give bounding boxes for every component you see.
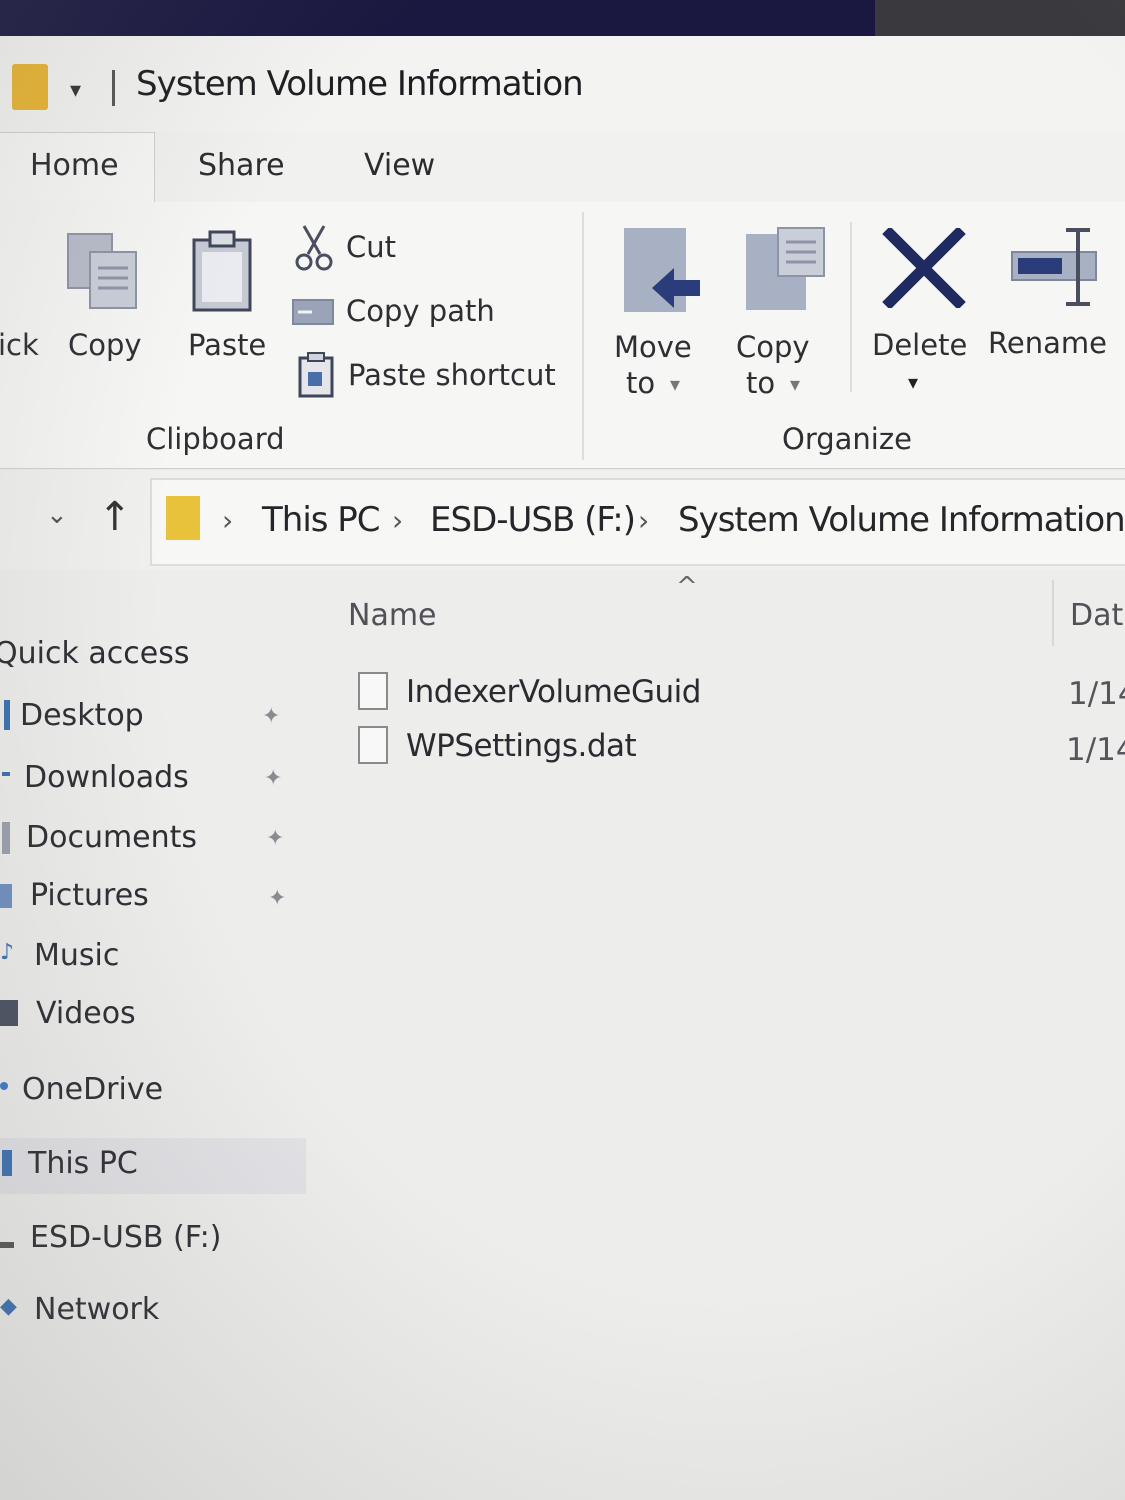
breadcrumb-separator[interactable]: › — [392, 504, 403, 537]
sidebar-item-videos[interactable]: Videos — [36, 996, 136, 1031]
tab-view[interactable]: View — [364, 148, 435, 183]
chevron-down-icon[interactable]: ▾ — [908, 370, 918, 394]
sidebar-item-this-pc[interactable]: This PC — [28, 1146, 138, 1181]
breadcrumb-separator[interactable]: › — [638, 504, 649, 537]
file-name[interactable]: WPSettings.dat — [406, 728, 637, 764]
music-icon: ♪ — [0, 940, 15, 965]
sidebar-item-desktop[interactable]: Desktop — [20, 698, 144, 733]
sidebar-item-onedrive[interactable]: OneDrive — [22, 1072, 163, 1107]
ribbon-separator — [850, 222, 852, 392]
move-to-icon[interactable] — [622, 226, 702, 314]
pin-icon[interactable]: ✦ — [268, 886, 286, 911]
documents-icon — [2, 822, 10, 854]
file-date[interactable]: 1/14 — [1068, 676, 1125, 712]
chevron-down-icon[interactable]: ▾ — [790, 372, 800, 396]
breadcrumb-separator[interactable]: › — [222, 504, 233, 537]
copy-icon[interactable] — [66, 230, 140, 310]
copy-button[interactable]: Copy — [68, 328, 142, 362]
tab-home[interactable]: Home — [30, 148, 119, 183]
sidebar-item-downloads[interactable]: Downloads — [24, 760, 189, 795]
breadcrumb-system-volume-information[interactable]: System Volume Information — [678, 500, 1125, 540]
pictures-icon — [0, 884, 12, 908]
videos-icon — [0, 1000, 18, 1026]
paste-shortcut-button[interactable]: Paste shortcut — [348, 358, 556, 392]
rename-icon[interactable] — [1008, 224, 1104, 310]
paste-shortcut-icon[interactable] — [298, 352, 334, 398]
sidebar-item-network[interactable]: Network — [34, 1292, 159, 1327]
delete-button[interactable]: Delete — [872, 328, 967, 362]
qat-separator — [112, 70, 115, 106]
folder-icon — [166, 496, 200, 540]
screen-top-edge-right — [875, 0, 1125, 36]
scissors-icon[interactable] — [294, 224, 334, 272]
pin-icon[interactable]: ✦ — [264, 766, 282, 791]
clipboard-group-label: Clipboard — [146, 422, 285, 456]
copy-path-button[interactable]: Copy path — [346, 294, 495, 328]
copy-to-label-line2[interactable]: to — [746, 366, 775, 400]
breadcrumb-esd-usb[interactable]: ESD-USB (F:) — [430, 500, 636, 540]
ribbon-tab-bar — [0, 132, 1125, 203]
usb-drive-icon — [0, 1242, 14, 1248]
pin-icon[interactable]: ✦ — [266, 826, 284, 851]
copy-path-icon[interactable] — [292, 298, 334, 326]
paste-button[interactable]: Paste — [188, 328, 266, 362]
sidebar-quick-access[interactable]: Quick access — [0, 636, 189, 671]
sidebar-item-music[interactable]: Music — [34, 938, 119, 973]
recent-locations-chevron-icon[interactable]: ⌄ — [46, 500, 68, 530]
sidebar-item-pictures[interactable]: Pictures — [30, 878, 149, 913]
sidebar-item-esd-usb[interactable]: ESD-USB (F:) — [30, 1220, 221, 1255]
sort-ascending-icon: ^ — [676, 572, 698, 602]
onedrive-icon — [0, 1082, 8, 1090]
column-header-date[interactable]: Dat — [1070, 598, 1123, 633]
this-pc-icon — [2, 1150, 12, 1176]
move-to-label[interactable]: Move — [614, 330, 692, 364]
up-arrow-icon[interactable]: ↑ — [98, 494, 132, 540]
pin-quick-access-button[interactable]: ick — [0, 328, 39, 362]
rename-button[interactable]: Rename — [988, 326, 1107, 360]
column-divider[interactable] — [1052, 580, 1054, 646]
folder-icon[interactable] — [12, 64, 48, 110]
file-icon[interactable] — [358, 672, 388, 710]
ribbon-group-separator — [582, 212, 584, 460]
copy-to-icon[interactable] — [744, 224, 828, 312]
pin-icon[interactable]: ✦ — [262, 704, 280, 729]
column-header-name[interactable]: Name — [348, 598, 437, 633]
move-to-label-line2[interactable]: to — [626, 366, 655, 400]
cut-button[interactable]: Cut — [346, 230, 396, 264]
paste-icon[interactable] — [190, 230, 254, 312]
tab-share[interactable]: Share — [198, 148, 285, 183]
customize-qat-dropdown-icon[interactable]: ▾ — [70, 78, 81, 103]
organize-group-label: Organize — [782, 422, 912, 456]
network-icon: ◆ — [0, 1294, 17, 1319]
desktop-icon — [4, 700, 10, 730]
sidebar-item-documents[interactable]: Documents — [26, 820, 197, 855]
breadcrumb-this-pc[interactable]: This PC — [262, 500, 381, 540]
copy-to-label[interactable]: Copy — [736, 330, 810, 364]
delete-x-icon[interactable] — [882, 228, 966, 308]
screen-top-edge — [0, 0, 1125, 36]
downloads-icon — [2, 772, 10, 776]
file-name[interactable]: IndexerVolumeGuid — [406, 674, 701, 710]
window-title: System Volume Information — [136, 64, 584, 104]
file-icon[interactable] — [358, 726, 388, 764]
file-date[interactable]: 1/14 — [1066, 732, 1125, 768]
chevron-down-icon[interactable]: ▾ — [670, 372, 680, 396]
